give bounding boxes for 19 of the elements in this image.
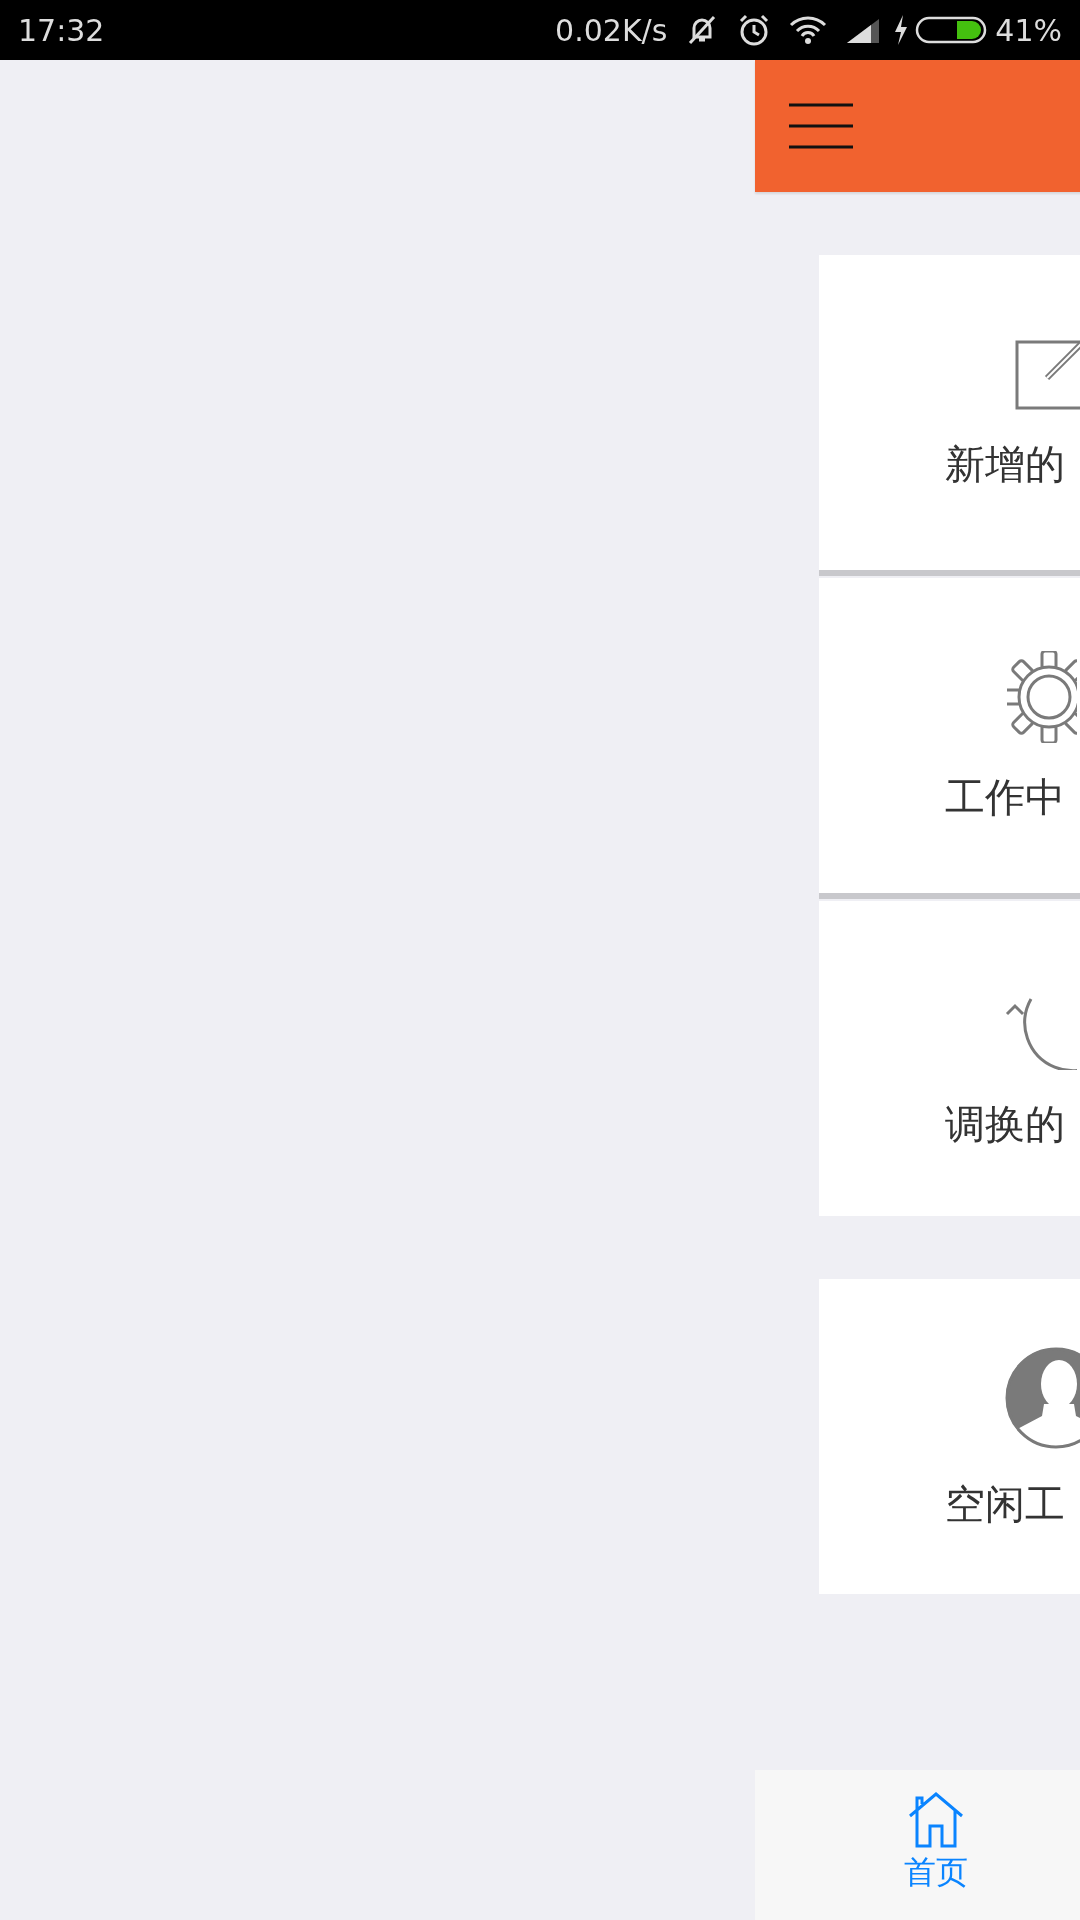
gear-icon xyxy=(1007,650,1077,743)
menu-icon[interactable] xyxy=(789,103,853,149)
card-label: 调换的 xyxy=(945,1099,1066,1148)
menu-card[interactable]: 工作中 xyxy=(819,578,1080,893)
home-icon xyxy=(908,1792,964,1848)
battery-percent: 41% xyxy=(995,11,1062,50)
network-speed: 0.02K/s xyxy=(555,11,668,50)
card-label: 工作中 xyxy=(945,772,1066,821)
charging-bolt-icon xyxy=(893,15,910,45)
signal-icon xyxy=(845,17,882,43)
wifi-icon xyxy=(789,15,828,45)
card-label: 新增的 xyxy=(945,439,1066,488)
menu-card[interactable]: 调换的 xyxy=(819,901,1080,1216)
card-label: 空闲工 xyxy=(945,1479,1066,1528)
menu-card[interactable]: 新增的 xyxy=(819,255,1080,570)
person-avatar-icon xyxy=(1004,1345,1080,1450)
clock-time: 17:32 xyxy=(18,11,105,50)
battery-icon xyxy=(915,15,988,45)
menu-card[interactable]: 空闲工 xyxy=(819,1279,1080,1594)
